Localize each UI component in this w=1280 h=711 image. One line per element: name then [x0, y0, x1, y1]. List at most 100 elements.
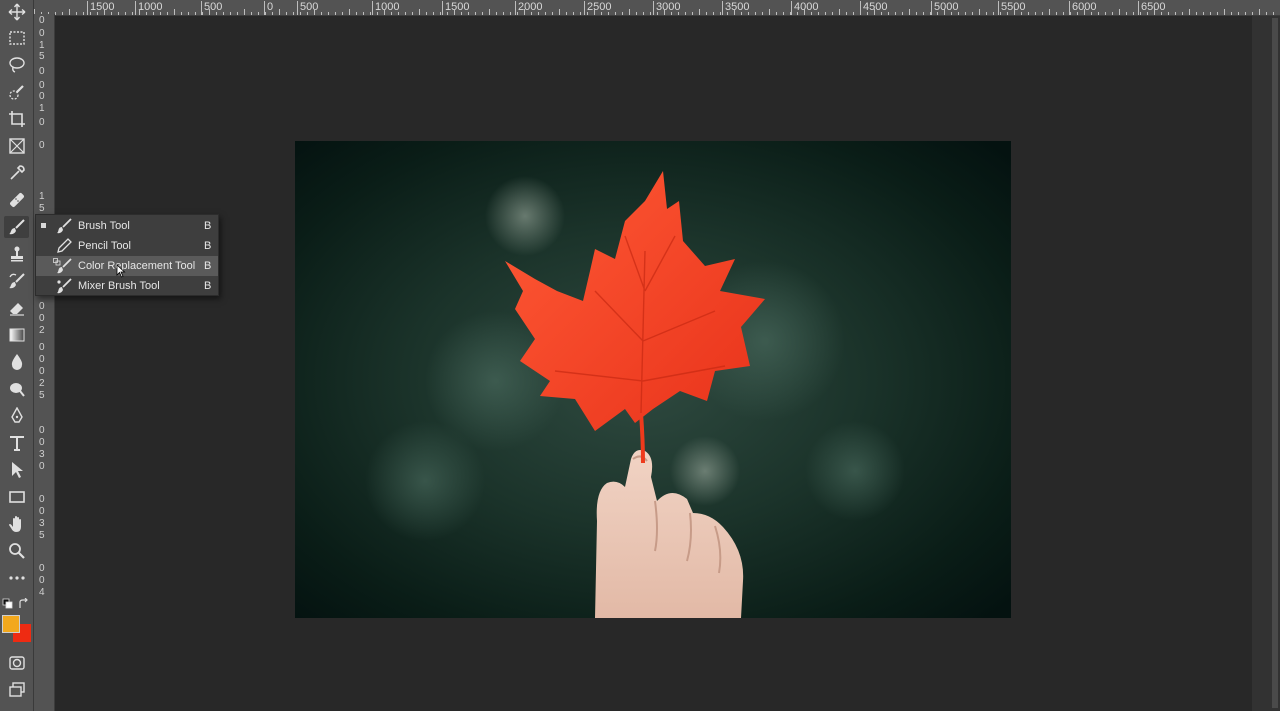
gradient-tool-button[interactable] [4, 324, 29, 346]
ruler-minor-tick [104, 9, 105, 15]
ruler-minor-tick [475, 12, 476, 15]
ruler-minor-tick [566, 12, 567, 15]
ruler-minor-tick [62, 12, 63, 15]
history-brush-tool-button[interactable] [4, 270, 29, 292]
ruler-minor-tick [328, 12, 329, 15]
ruler-label: 0 [39, 354, 45, 365]
ruler-minor-tick [839, 9, 840, 15]
screen-mode-icon [8, 682, 25, 697]
move-tool-button[interactable] [4, 1, 29, 23]
ruler-label: 0 [39, 575, 45, 586]
ruler-minor-tick [545, 12, 546, 15]
flyout-item-pencil-tool[interactable]: Pencil Tool B [36, 236, 218, 256]
ruler-minor-tick [286, 12, 287, 15]
ruler-minor-tick [699, 9, 700, 15]
ruler-label: 0 [39, 461, 45, 472]
hand-tool-button[interactable] [4, 513, 29, 535]
ruler-minor-tick [1049, 9, 1050, 15]
ruler-minor-tick [594, 9, 595, 15]
ruler-label: 1000 [375, 1, 400, 13]
more-tools-button[interactable] [4, 567, 29, 589]
ruler-tick [584, 1, 585, 15]
document-image[interactable] [295, 141, 1011, 618]
crop-tool-button[interactable] [4, 108, 29, 130]
ruler-minor-tick [230, 12, 231, 15]
ruler-minor-tick [1203, 12, 1204, 15]
ruler-minor-tick [797, 12, 798, 15]
eraser-tool-button[interactable] [4, 297, 29, 319]
ruler-minor-tick [608, 12, 609, 15]
ruler-minor-tick [258, 12, 259, 15]
blur-tool-button[interactable] [4, 351, 29, 373]
ruler-minor-tick [300, 12, 301, 15]
active-tool-indicator [41, 223, 46, 228]
screen-mode-button[interactable] [4, 679, 29, 701]
zoom-icon [8, 543, 25, 559]
eyedropper-tool-button[interactable] [4, 162, 29, 184]
flyout-item-label: Brush Tool [78, 220, 130, 232]
ruler-minor-tick [1077, 12, 1078, 15]
swap-colors-button[interactable] [18, 597, 30, 609]
ruler-tick [791, 1, 792, 15]
ruler-minor-tick [160, 12, 161, 15]
quick-mask-button[interactable] [4, 652, 29, 674]
ruler-minor-tick [510, 12, 511, 15]
ruler-minor-tick [678, 12, 679, 15]
ruler-minor-tick [405, 12, 406, 15]
ruler-minor-tick [356, 12, 357, 15]
ruler-label: 3000 [656, 1, 681, 13]
crop-icon [8, 111, 25, 127]
quick-select-tool-button[interactable] [4, 81, 29, 103]
ruler-minor-tick [321, 12, 322, 15]
ruler-label: 0 [39, 494, 45, 505]
stamp-tool-button[interactable] [4, 243, 29, 265]
vertical-scrollbar[interactable] [1252, 16, 1280, 711]
flyout-item-shortcut: B [204, 220, 212, 232]
ruler-minor-tick [1217, 12, 1218, 15]
vertical-ruler: 0015000100150020002500300035004 [34, 14, 55, 711]
ruler-label: 0 [39, 66, 45, 77]
rectangle-tool-button[interactable] [4, 486, 29, 508]
ruler-minor-tick [916, 12, 917, 15]
ruler-minor-tick [524, 9, 525, 15]
zoom-tool-button[interactable] [4, 540, 29, 562]
flyout-item-brush-tool[interactable]: Brush Tool B [36, 216, 218, 236]
ruler-minor-tick [1196, 12, 1197, 15]
flyout-item-mixer-brush-tool[interactable]: Mixer Brush Tool B [36, 276, 218, 296]
ruler-minor-tick [1273, 12, 1274, 15]
healing-tool-button[interactable] [4, 189, 29, 211]
ruler-tick [931, 1, 932, 15]
frame-tool-button[interactable] [4, 135, 29, 157]
pen-tool-button[interactable] [4, 405, 29, 427]
ruler-minor-tick [1007, 12, 1008, 15]
flyout-item-color-replacement-tool[interactable]: Color Replacement Tool B [36, 256, 218, 276]
brush-tool-button[interactable] [4, 216, 29, 238]
ruler-minor-tick [1245, 12, 1246, 15]
ruler-label: 0 [39, 437, 45, 448]
scrollbar-thumb[interactable] [1272, 18, 1278, 708]
move-icon [8, 3, 25, 21]
type-tool-button[interactable] [4, 432, 29, 454]
rectangle-icon [8, 491, 25, 503]
ruler-minor-tick [307, 12, 308, 15]
ruler-label: 1 [39, 103, 45, 114]
ruler-minor-tick [1028, 12, 1029, 15]
ruler-minor-tick [139, 9, 140, 15]
ruler-minor-tick [272, 12, 273, 15]
ruler-minor-tick [377, 12, 378, 15]
ruler-minor-tick [923, 12, 924, 15]
ruler-minor-tick [811, 12, 812, 15]
foreground-color-swatch[interactable] [2, 615, 20, 633]
ruler-minor-tick [769, 9, 770, 15]
ruler-minor-tick [1140, 12, 1141, 15]
path-select-tool-button[interactable] [4, 459, 29, 481]
dodge-tool-button[interactable] [4, 378, 29, 400]
ruler-minor-tick [69, 9, 70, 15]
ruler-minor-tick [580, 12, 581, 15]
ruler-minor-tick [1168, 12, 1169, 15]
default-colors-button[interactable] [2, 597, 14, 609]
ruler-label: 2 [39, 325, 45, 336]
ruler-minor-tick [461, 12, 462, 15]
marquee-tool-button[interactable] [4, 27, 29, 49]
lasso-tool-button[interactable] [4, 54, 29, 76]
